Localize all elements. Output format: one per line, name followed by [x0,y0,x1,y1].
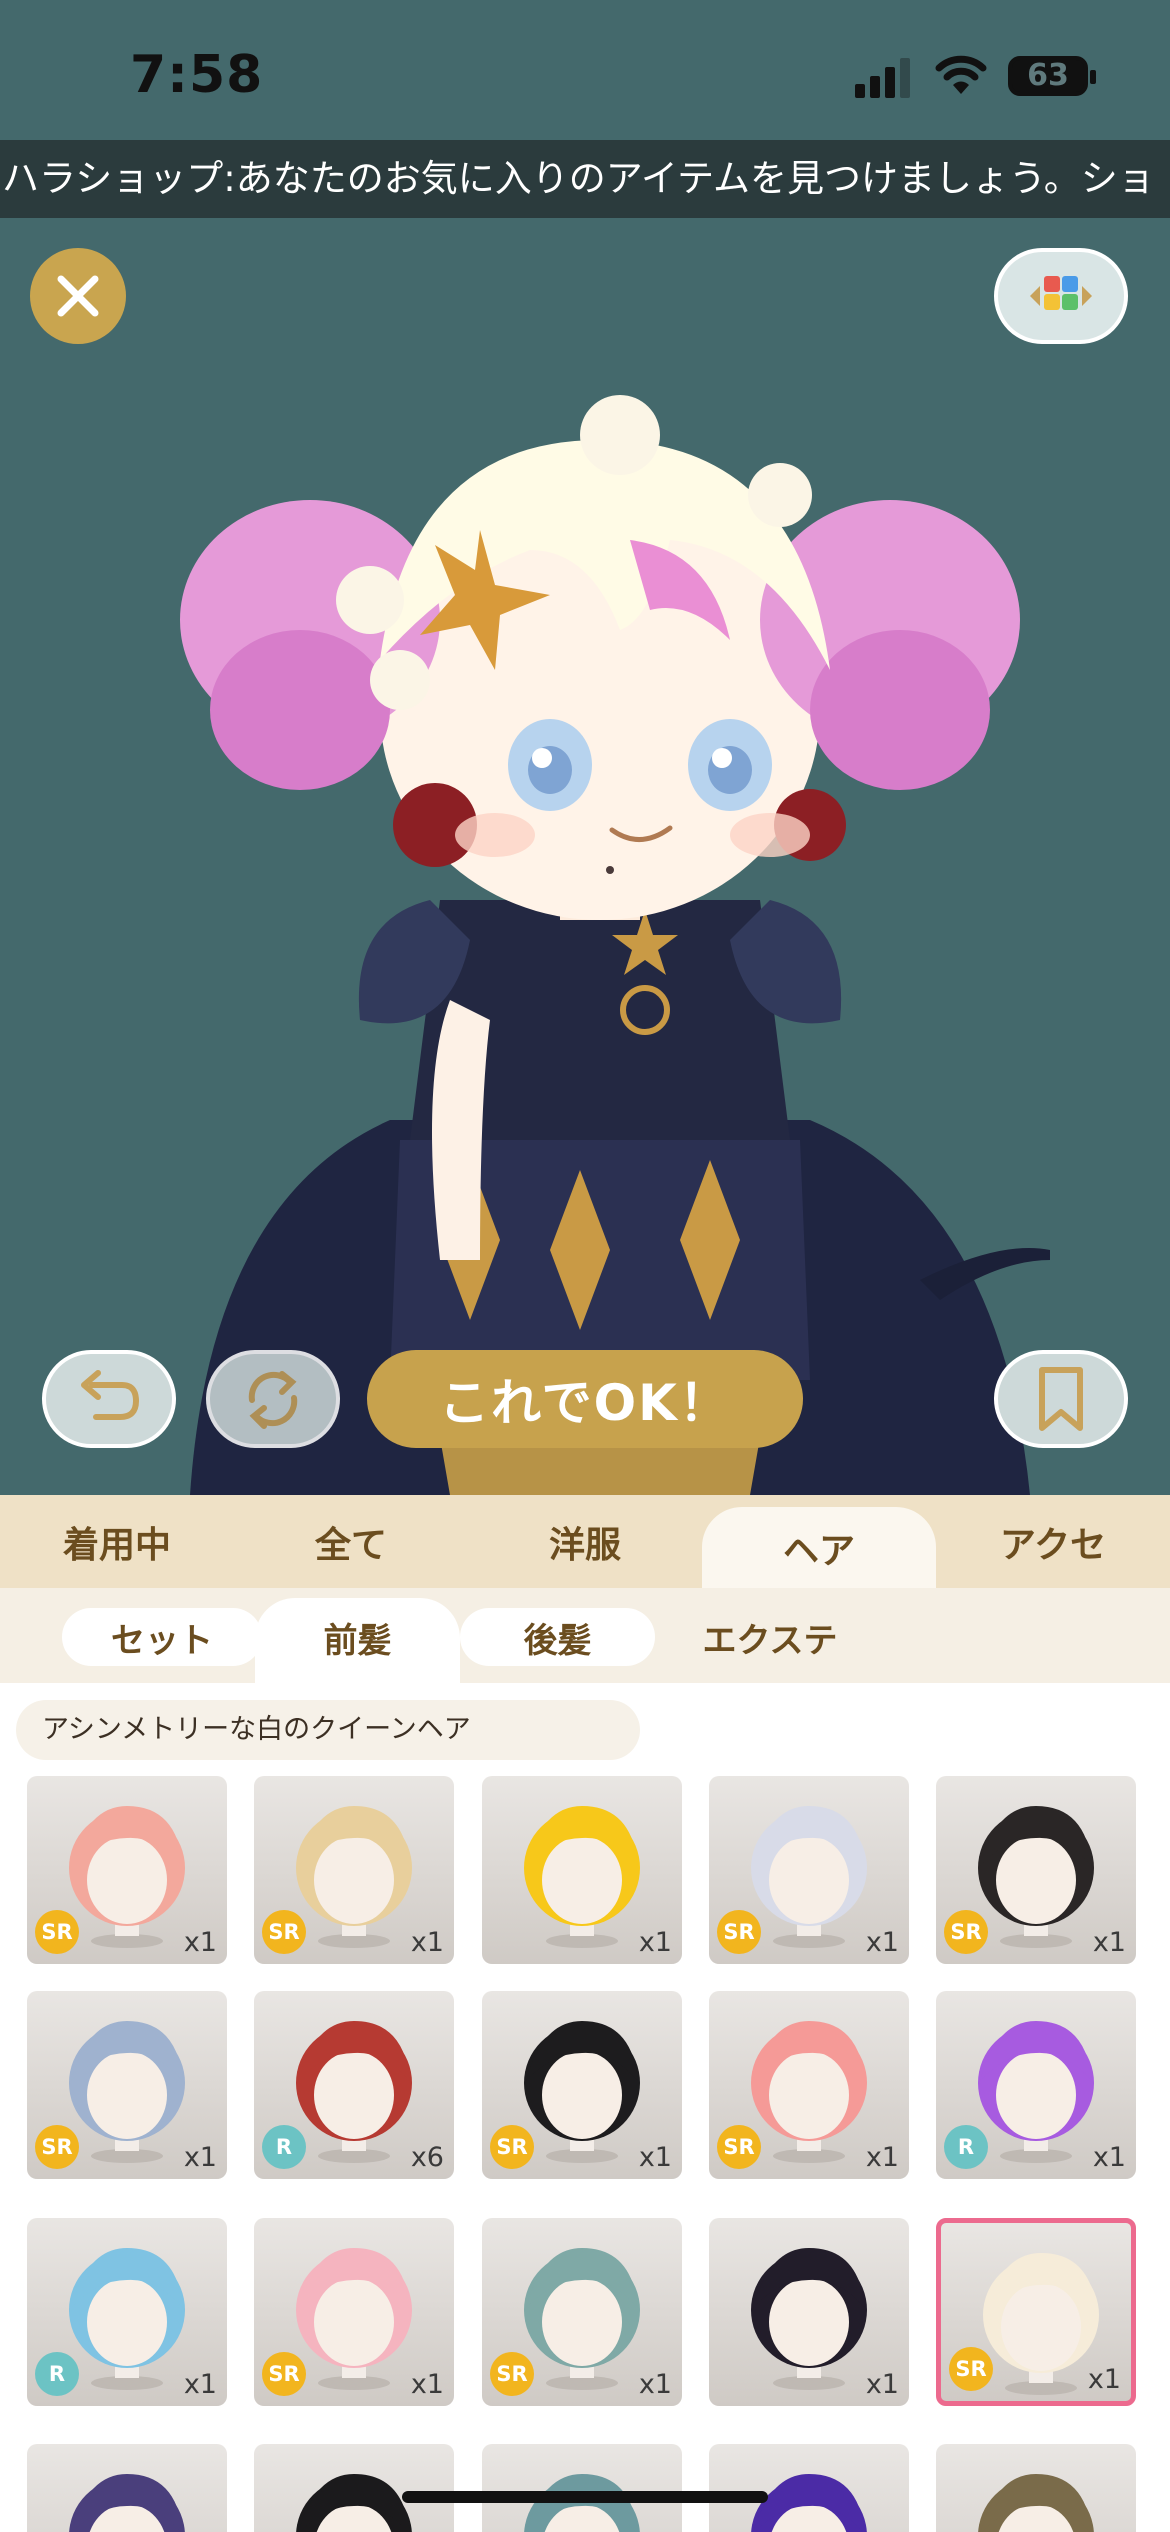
selected-item-name: アシンメトリーな白のクイーンヘア [16,1700,640,1760]
hair-thumbnail [524,2474,640,2532]
rarity-badge: SR [949,2347,993,2391]
hair-item-card[interactable] [27,2444,227,2532]
wifi-icon [935,55,987,94]
hair-item-card[interactable] [254,2444,454,2532]
rarity-badge: R [35,2352,79,2396]
category-tabs: 着用中 全て 洋服 ヘア アクセ [0,1495,1170,1588]
hair-item-card[interactable]: SR x1 [709,1991,909,2179]
subtab-front-hair[interactable]: 前髪 [260,1608,455,1666]
item-quantity: x1 [1092,1927,1126,1958]
tab-wearing[interactable]: 着用中 [0,1495,234,1588]
item-quantity: x1 [638,2142,672,2173]
hair-item-card[interactable]: SR x1 [936,1776,1136,1964]
tab-all[interactable]: 全て [234,1495,468,1588]
item-quantity: x1 [183,1927,217,1958]
hair-thumbnail [978,2474,1094,2532]
hair-item-card[interactable]: SR x1 [254,2218,454,2406]
item-quantity: x1 [1087,2364,1121,2395]
hair-item-card[interactable] [936,2444,1136,2532]
background-grid-icon [1030,276,1092,310]
rarity-badge: SR [262,1910,306,1954]
hair-thumbnail [69,2474,185,2532]
item-quantity: x1 [638,2369,672,2400]
hair-item-card[interactable]: SR x1 [482,1991,682,2179]
shop-ticker[interactable]: ハラショップ:あなたのお気に入りのアイテムを見つけましょう。ショ [0,140,1170,218]
hair-thumbnail [296,2474,412,2532]
hair-item-card[interactable]: SR x1 [254,1776,454,1964]
avatar-character [180,395,1050,1495]
battery-icon: 63 [1008,56,1096,96]
save-coordinate-button[interactable] [994,1350,1128,1448]
hair-thumbnail [751,2474,867,2532]
item-quantity: x1 [410,2369,444,2400]
item-quantity: x1 [410,1927,444,1958]
hair-item-card[interactable]: Rx6 [254,1991,454,2179]
item-quantity: x1 [865,2142,899,2173]
item-quantity: x1 [183,2369,217,2400]
subtab-back-hair[interactable]: 後髪 [460,1608,655,1666]
rarity-badge: SR [262,2352,306,2396]
status-bar: 7:58 63 [0,0,1170,140]
close-icon [57,275,99,317]
rarity-badge: SR [35,2125,79,2169]
item-quantity: x1 [638,1927,672,1958]
battery-level: 63 [1027,58,1069,93]
background-select-button[interactable] [994,248,1128,344]
item-grid: SR x1 SR x1 x1 SR x1 SR x1 SR x1 Rx6 SR x1 SR x1 Rx1 Rx1 S… [0,1776,1170,2532]
hair-item-card[interactable]: SR x1 [27,1991,227,2179]
hair-item-card[interactable]: SR x1 [936,2218,1136,2406]
item-quantity: x1 [865,1927,899,1958]
confirm-ok-button[interactable]: これでOK！ [367,1350,803,1448]
hair-item-card[interactable]: x1 [709,2218,909,2406]
rarity-badge: SR [490,2352,534,2396]
subtab-extension[interactable]: エクステ [680,1608,860,1666]
hair-item-card[interactable]: SR x1 [709,1776,909,1964]
status-time: 7:58 [130,45,264,105]
hair-item-card[interactable]: Rx1 [936,1991,1136,2179]
hair-item-card[interactable]: SR x1 [482,2218,682,2406]
hair-item-card[interactable] [709,2444,909,2532]
redo-icon [248,1371,298,1429]
bookmark-icon [1039,1367,1083,1431]
hair-sub-tabs: セット 前髪 後髪 エクステ [0,1588,1170,1683]
rarity-badge: SR [490,2125,534,2169]
rarity-badge: SR [944,1910,988,1954]
rarity-badge: SR [717,2125,761,2169]
tab-clothes[interactable]: 洋服 [468,1495,702,1588]
rarity-badge: SR [35,1910,79,1954]
home-indicator [402,2491,768,2503]
close-button[interactable] [30,248,126,344]
rarity-badge: R [944,2125,988,2169]
avatar-preview-area: 7:58 63 ハラショップ:あなたのお気に入りのアイテムを見つけましょう。ショ [0,0,1170,1495]
item-quantity: x1 [1092,2142,1126,2173]
hair-item-card[interactable]: x1 [482,1776,682,1964]
rarity-badge: SR [717,1910,761,1954]
randomize-button[interactable] [206,1350,340,1448]
hair-item-card[interactable]: Rx1 [27,2218,227,2406]
cellular-signal-icon [855,58,911,98]
hair-item-card[interactable]: SR x1 [27,1776,227,1964]
rarity-badge: R [262,2125,306,2169]
item-quantity: x1 [865,2369,899,2400]
item-quantity: x6 [410,2142,444,2173]
tab-accessory[interactable]: アクセ [936,1495,1170,1588]
hair-item-card[interactable] [482,2444,682,2532]
item-quantity: x1 [183,2142,217,2173]
undo-icon [81,1370,140,1420]
tab-hair[interactable]: ヘア [702,1507,936,1588]
undo-button[interactable] [42,1350,176,1448]
subtab-set[interactable]: セット [62,1608,262,1666]
